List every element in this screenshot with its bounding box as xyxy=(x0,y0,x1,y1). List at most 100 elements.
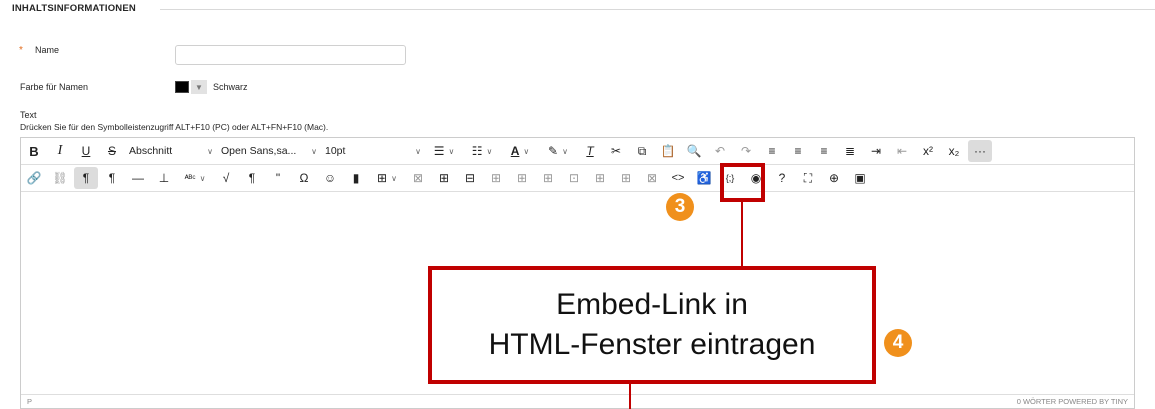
image-icon: ▣ xyxy=(854,171,866,185)
bullet-list-icon: ☰ xyxy=(433,144,445,158)
link-icon: 🔗 xyxy=(26,171,42,185)
indent-button[interactable]: ⇥ xyxy=(864,140,888,162)
editor-statusbar: P 0 WÖRTER POWERED BY TINY xyxy=(21,394,1134,408)
text-color-icon: A xyxy=(510,144,520,158)
table-row-props-button[interactable]: ⊟ xyxy=(458,167,482,189)
color-swatch xyxy=(175,81,189,93)
more-toolbar-button[interactable]: ··· xyxy=(968,140,992,162)
name-label: Name xyxy=(35,45,60,55)
horizontal-line-button[interactable]: — xyxy=(126,167,150,189)
find-button[interactable]: 🔍 xyxy=(682,140,706,162)
name-input[interactable] xyxy=(175,45,406,65)
table-insert-row-before-button[interactable]: ⊞ xyxy=(484,167,508,189)
emoji-button[interactable]: ☺ xyxy=(318,167,342,189)
omega-icon: Ω xyxy=(299,171,309,185)
table-button[interactable]: ⊞ ∨ xyxy=(370,167,404,189)
insert-image-button[interactable]: ▣ xyxy=(848,167,872,189)
align-center-button[interactable]: ≡ xyxy=(786,140,810,162)
table-props-button[interactable]: ⊞ xyxy=(432,167,456,189)
color-value: Schwarz xyxy=(213,82,248,92)
chevron-down-icon: ∨ xyxy=(486,146,493,156)
highlight-color-button[interactable]: ✎ ∨ xyxy=(540,140,576,162)
undo-button[interactable]: ↶ xyxy=(708,140,732,162)
numbered-list-button[interactable]: ☷ ∨ xyxy=(464,140,500,162)
chevron-down-icon: ∨ xyxy=(391,173,397,183)
chevron-down-icon: ∨ xyxy=(415,146,421,156)
callout-line-2: HTML-Fenster eintragen xyxy=(488,328,816,361)
link-button[interactable]: 🔗 xyxy=(22,167,46,189)
chevron-down-icon: ∨ xyxy=(448,146,455,156)
numbered-list-icon: ☷ xyxy=(471,144,483,158)
table-row-icon: ⊟ xyxy=(464,171,476,185)
strikethrough-button[interactable]: S xyxy=(100,140,124,162)
bullet-list-button[interactable]: ☰ ∨ xyxy=(426,140,462,162)
table-insert-col-icon: ⊞ xyxy=(620,171,632,185)
table-insert-col-after-button[interactable]: ⊞ xyxy=(614,167,638,189)
table-icon: ⊞ xyxy=(377,171,388,185)
rtl-button[interactable]: ¶ xyxy=(100,167,124,189)
table-insert-col-before-button[interactable]: ⊞ xyxy=(588,167,612,189)
indent-icon: ⇥ xyxy=(870,144,882,158)
special-char-button[interactable]: Ω xyxy=(292,167,316,189)
chevron-down-icon: ∨ xyxy=(199,173,206,183)
horizontal-line-icon: — xyxy=(132,171,144,185)
table-insert-row-after-button[interactable]: ⊞ xyxy=(510,167,534,189)
align-justify-icon: ≣ xyxy=(844,144,856,158)
spellcheck-icon: ᴬᴮᶜ xyxy=(184,173,196,183)
anchor-button[interactable]: ▮ xyxy=(344,167,368,189)
clear-formatting-button[interactable]: T xyxy=(578,140,602,162)
copy-button[interactable]: ⧉ xyxy=(630,140,654,162)
math-button[interactable]: √ xyxy=(214,167,238,189)
source-code-button[interactable]: <> xyxy=(666,167,690,189)
align-left-icon: ≡ xyxy=(768,144,776,158)
blockquote-button[interactable]: " xyxy=(266,167,290,189)
align-center-icon: ≡ xyxy=(794,144,802,158)
underline-button[interactable]: U xyxy=(74,140,98,162)
align-justify-button[interactable]: ≣ xyxy=(838,140,862,162)
subscript-button[interactable]: x₂ xyxy=(942,140,966,162)
font-family-value: Open Sans,sa... xyxy=(221,145,297,157)
editor-toolbar-secondary: 🔗 ⛓ ¶ ¶ — ⊥ ᴬᴮᶜ ∨ √ ¶ " Ω ☺ ▮ ⊞ ∨ ⊠ ⊞ ⊟ ⊞ … xyxy=(21,165,1134,192)
ltr-icon: ¶ xyxy=(82,171,90,185)
font-family-dropdown[interactable]: Open Sans,sa... ∨ xyxy=(217,140,321,162)
fullscreen-button[interactable]: ⛶ xyxy=(796,167,820,189)
step-3-badge: 3 xyxy=(666,193,694,221)
table-cell-props-button[interactable]: ⊡ xyxy=(562,167,586,189)
unlink-button[interactable]: ⛓ xyxy=(48,167,72,189)
redo-button[interactable]: ↷ xyxy=(734,140,758,162)
help-button[interactable]: ? xyxy=(770,167,794,189)
redo-icon: ↷ xyxy=(740,144,752,158)
show-blocks-button[interactable]: ¶ xyxy=(240,167,264,189)
insert-content-button[interactable]: ⊕ xyxy=(822,167,846,189)
table-delete-button[interactable]: ⊠ xyxy=(406,167,430,189)
color-picker[interactable]: ▼ xyxy=(175,80,207,94)
align-right-button[interactable]: ≡ xyxy=(812,140,836,162)
instruction-callout: Embed-Link in HTML-Fenster eintragen xyxy=(428,266,876,384)
rtl-icon: ¶ xyxy=(108,171,116,185)
fullscreen-icon: ⛶ xyxy=(803,170,813,185)
copy-icon: ⧉ xyxy=(637,143,647,158)
table-delete-col-button[interactable]: ⊠ xyxy=(640,167,664,189)
ltr-button[interactable]: ¶ xyxy=(74,167,98,189)
align-left-button[interactable]: ≡ xyxy=(760,140,784,162)
block-format-dropdown[interactable]: Abschnitt ∨ xyxy=(125,140,217,162)
source-code-icon: <> xyxy=(671,172,685,184)
cut-button[interactable]: ✂ xyxy=(604,140,628,162)
text-color-button[interactable]: A ∨ xyxy=(502,140,538,162)
chevron-down-icon: ∨ xyxy=(311,146,317,156)
table-delete-row-button[interactable]: ⊞ xyxy=(536,167,560,189)
bold-button[interactable]: B xyxy=(22,140,46,162)
editor-toolbar-primary: B I U S Abschnitt ∨ Open Sans,sa... ∨ 10pt… xyxy=(21,138,1134,165)
table-cell-icon: ⊡ xyxy=(568,171,580,185)
spellcheck-button[interactable]: ᴬᴮᶜ ∨ xyxy=(178,167,212,189)
outdent-button[interactable]: ⇤ xyxy=(890,140,914,162)
font-size-dropdown[interactable]: 10pt ∨ xyxy=(321,140,425,162)
nonbreaking-space-button[interactable]: ⊥ xyxy=(152,167,176,189)
step-4-badge: 4 xyxy=(884,329,912,357)
undo-icon: ↶ xyxy=(714,144,726,158)
paste-button[interactable]: 📋 xyxy=(656,140,680,162)
superscript-icon: x² xyxy=(923,144,933,158)
accessibility-button[interactable]: ♿ xyxy=(692,167,716,189)
italic-button[interactable]: I xyxy=(48,140,72,162)
superscript-button[interactable]: x² xyxy=(916,140,940,162)
